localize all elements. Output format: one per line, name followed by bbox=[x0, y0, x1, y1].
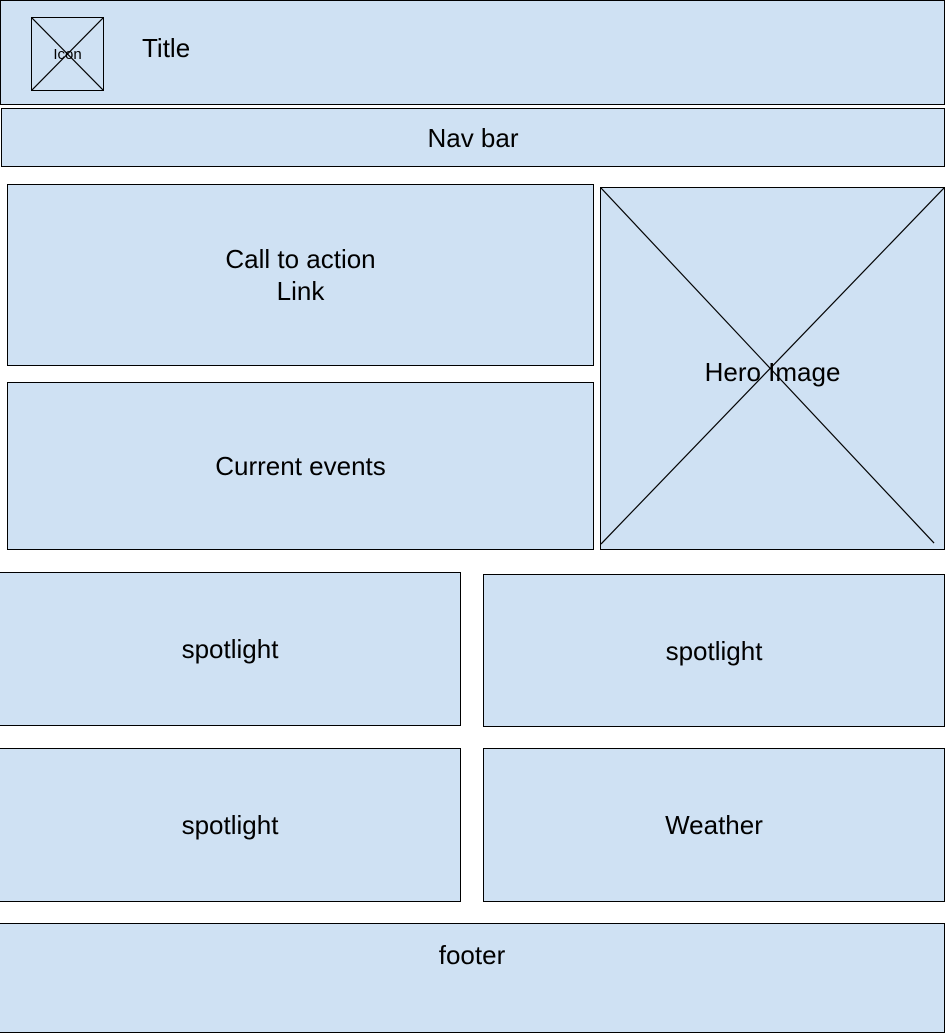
spotlight-label: spotlight bbox=[181, 810, 279, 840]
footer-label: footer bbox=[438, 940, 506, 970]
footer-box: footer bbox=[0, 923, 945, 1033]
hero-image-label: Hero Image bbox=[704, 357, 841, 387]
spotlight-box-1: spotlight bbox=[0, 572, 461, 726]
current-events-box: Current events bbox=[7, 382, 594, 550]
icon-label: Icon bbox=[53, 45, 82, 63]
spotlight-box-2: spotlight bbox=[483, 574, 945, 727]
hero-image-placeholder: Hero Image bbox=[600, 187, 945, 550]
header-box: Icon Title bbox=[0, 0, 945, 105]
call-to-action-label: Call to action bbox=[225, 244, 376, 274]
spotlight-label: spotlight bbox=[665, 635, 763, 666]
nav-bar-label: Nav bar bbox=[427, 122, 519, 153]
call-to-action-link[interactable]: Link bbox=[277, 275, 325, 307]
current-events-label: Current events bbox=[215, 451, 386, 481]
weather-box: Weather bbox=[483, 748, 945, 902]
image-placeholder-icon: Icon bbox=[31, 17, 104, 91]
page-title: Title bbox=[142, 33, 191, 63]
spotlight-box-3: spotlight bbox=[0, 748, 461, 902]
call-to-action-box[interactable]: Call to action Link bbox=[7, 184, 594, 366]
nav-bar[interactable]: Nav bar bbox=[1, 108, 945, 167]
spotlight-label: spotlight bbox=[181, 634, 279, 664]
weather-label: Weather bbox=[665, 810, 763, 840]
